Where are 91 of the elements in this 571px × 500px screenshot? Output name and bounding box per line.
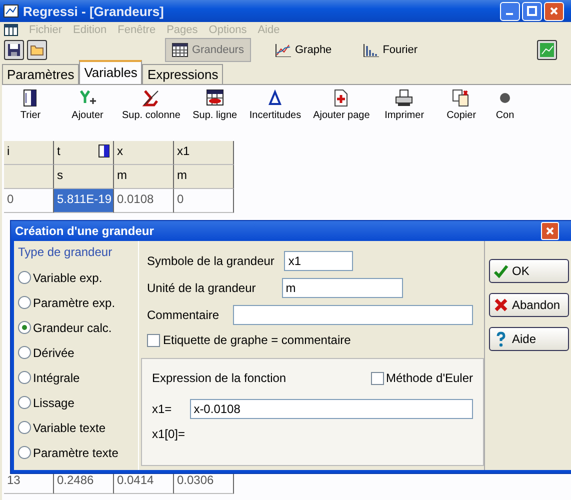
table-icon (172, 43, 188, 57)
open-button[interactable] (27, 40, 47, 60)
field-label: x1= (152, 402, 172, 416)
unit-header: m (174, 165, 234, 189)
printer-icon (395, 89, 414, 107)
column-header: x (114, 141, 174, 165)
radio-label[interactable]: Dérivée (33, 346, 74, 360)
fourier-icon (362, 43, 379, 57)
page-plus-icon (332, 89, 350, 107)
radio-button[interactable] (18, 296, 31, 309)
radio-label[interactable]: Variable exp. (33, 270, 102, 284)
input-field[interactable] (233, 304, 474, 324)
delta-icon (266, 89, 284, 107)
column-header: t (54, 141, 114, 165)
radio-button[interactable] (18, 321, 31, 334)
toolbar-button[interactable]: Imprimer (376, 89, 433, 129)
toolbar-button[interactable]: Sup. ligne (186, 89, 244, 129)
table-icon (206, 89, 224, 107)
checkbox[interactable] (370, 372, 384, 384)
minimize-button[interactable] (500, 2, 520, 20)
window-title: Regressi - [Grandeurs] (23, 4, 165, 18)
folder-icon (30, 43, 44, 57)
check-icon (493, 263, 509, 279)
radio-button[interactable] (18, 446, 31, 459)
radio-button[interactable] (18, 421, 31, 434)
floppy-icon (7, 43, 21, 57)
radio-label[interactable]: Intégrale (33, 370, 80, 384)
cancel-button[interactable]: Abandon (489, 293, 569, 317)
tab[interactable]: Paramètres (2, 64, 80, 84)
radio-label[interactable]: Lissage (33, 396, 74, 410)
close-icon (550, 7, 558, 15)
table-cell (4, 165, 54, 189)
radio-label[interactable]: Variable texte (33, 420, 106, 434)
grid-icon (4, 24, 18, 36)
checkbox[interactable] (147, 334, 160, 346)
close-button[interactable] (544, 2, 564, 20)
cross-icon (142, 89, 160, 107)
tab[interactable]: Variables (79, 60, 142, 84)
table-cell: 0 (174, 189, 234, 213)
save-button[interactable] (4, 40, 24, 60)
copy-icon (452, 89, 470, 107)
sort-icon (22, 89, 40, 107)
radio-button[interactable] (18, 371, 31, 384)
tab[interactable]: Expressions (142, 64, 224, 84)
chart-icon (540, 43, 554, 57)
radio-button[interactable] (18, 346, 31, 359)
input-field[interactable]: x1 (284, 250, 354, 270)
toolbar-button[interactable]: Sup. colonne (116, 89, 186, 129)
radio-button[interactable] (18, 271, 31, 284)
table-cell: 5.811E-19 (54, 189, 114, 213)
close-icon (546, 227, 554, 235)
input-field[interactable]: m (282, 278, 403, 298)
group-title: Type de grandeur (18, 245, 114, 259)
dialog-title: Création d'une grandeur (15, 224, 154, 238)
checkbox-label[interactable]: Méthode d'Euler (386, 371, 473, 385)
unit-header: s (54, 165, 114, 189)
radio-label[interactable]: Paramètre exp. (33, 296, 116, 310)
section-title: Expression de la fonction (152, 371, 286, 385)
view-button[interactable]: Fourier (356, 38, 425, 62)
help-button[interactable]: Aide (489, 327, 569, 351)
input-field[interactable]: x-0.0108 (190, 399, 473, 419)
maximize-icon (527, 6, 537, 16)
maximize-button[interactable] (522, 2, 542, 20)
radio-label[interactable]: Paramètre texte (33, 446, 118, 460)
field-label: x1[0]= (152, 427, 186, 441)
y-plus-icon (78, 89, 96, 107)
view-button[interactable]: Graphe (268, 38, 339, 62)
field-label: Commentaire (147, 308, 220, 322)
toolbar-button[interactable]: Copier (432, 89, 490, 129)
column-header: x1 (174, 141, 234, 165)
checkbox-label[interactable]: Etiquette de graphe = commentaire (163, 333, 351, 347)
graph-icon (274, 43, 291, 57)
app-icon (3, 3, 19, 19)
field-label: Symbole de la grandeur (147, 254, 274, 268)
toolbar-button[interactable]: Incertitudes (243, 89, 308, 129)
sort-icon (98, 144, 110, 158)
cross-icon (493, 297, 509, 313)
unit-header: m (114, 165, 174, 189)
table-cell: 0.0108 (114, 189, 174, 213)
toolbar-button[interactable]: Ajouter page (307, 89, 376, 129)
chart-button[interactable] (537, 40, 557, 60)
field-label: Unité de la grandeur (147, 280, 256, 294)
toolbar-button[interactable]: Con (490, 89, 520, 129)
close-button[interactable] (541, 222, 559, 240)
ok-button[interactable]: OK (489, 259, 569, 283)
view-button[interactable]: Grandeurs (165, 38, 251, 62)
radio-label[interactable]: Grandeur calc. (33, 320, 112, 334)
toolbar-button[interactable]: Trier (2, 89, 59, 129)
column-header: i (4, 141, 54, 165)
radio-button[interactable] (18, 396, 31, 409)
toolbar-button[interactable]: Ajouter (59, 89, 116, 129)
